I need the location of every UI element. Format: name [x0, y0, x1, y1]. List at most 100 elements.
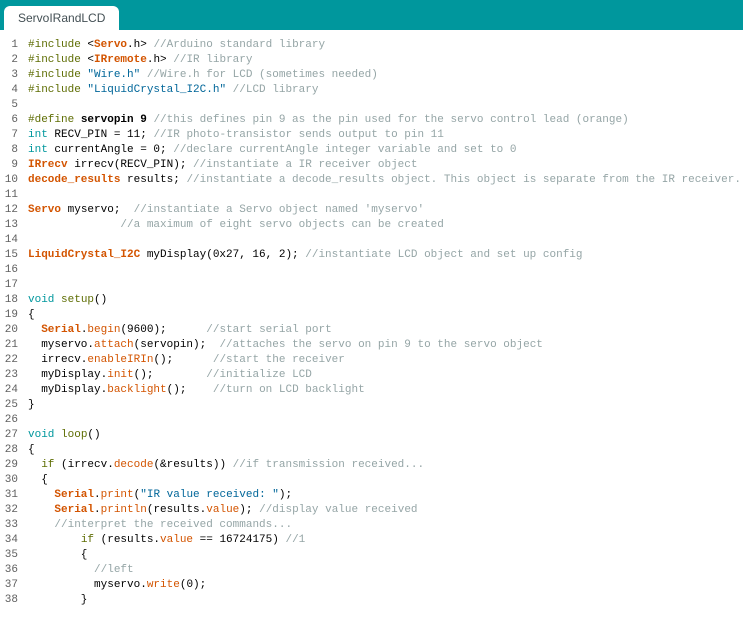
- code-line[interactable]: 18void setup(): [0, 293, 743, 308]
- line-number: 34: [0, 533, 28, 548]
- code-line[interactable]: 14: [0, 233, 743, 248]
- code-line[interactable]: 36 //left: [0, 563, 743, 578]
- line-number: 37: [0, 578, 28, 593]
- line-code[interactable]: int RECV_PIN = 11; //IR photo-transistor…: [28, 128, 743, 143]
- code-line[interactable]: 16: [0, 263, 743, 278]
- line-number: 1: [0, 38, 28, 53]
- line-number: 2: [0, 53, 28, 68]
- line-code[interactable]: }: [28, 593, 743, 608]
- line-code[interactable]: {: [28, 308, 743, 323]
- line-number: 35: [0, 548, 28, 563]
- code-line[interactable]: 31 Serial.print("IR value received: ");: [0, 488, 743, 503]
- line-code[interactable]: myDisplay.init(); //initialize LCD: [28, 368, 743, 383]
- line-number: 4: [0, 83, 28, 98]
- code-line[interactable]: 23 myDisplay.init(); //initialize LCD: [0, 368, 743, 383]
- line-number: 27: [0, 428, 28, 443]
- line-number: 16: [0, 263, 28, 278]
- line-code[interactable]: #include <Servo.h> //Arduino standard li…: [28, 38, 743, 53]
- code-line[interactable]: 32 Serial.println(results.value); //disp…: [0, 503, 743, 518]
- code-line[interactable]: 1#include <Servo.h> //Arduino standard l…: [0, 38, 743, 53]
- line-number: 25: [0, 398, 28, 413]
- code-line[interactable]: 8int currentAngle = 0; //declare current…: [0, 143, 743, 158]
- line-code[interactable]: #include <IRremote.h> //IR library: [28, 53, 743, 68]
- line-code[interactable]: Serial.println(results.value); //display…: [28, 503, 743, 518]
- line-code[interactable]: myservo.write(0);: [28, 578, 743, 593]
- code-line[interactable]: 19{: [0, 308, 743, 323]
- line-code[interactable]: LiquidCrystal_I2C myDisplay(0x27, 16, 2)…: [28, 248, 743, 263]
- line-code[interactable]: {: [28, 548, 743, 563]
- line-code[interactable]: //left: [28, 563, 743, 578]
- line-code[interactable]: void setup(): [28, 293, 743, 308]
- line-number: 24: [0, 383, 28, 398]
- code-line[interactable]: 26: [0, 413, 743, 428]
- line-code[interactable]: {: [28, 443, 743, 458]
- line-code[interactable]: if (results.value == 16724175) //1: [28, 533, 743, 548]
- code-line[interactable]: 3#include "Wire.h" //Wire.h for LCD (som…: [0, 68, 743, 83]
- code-line[interactable]: 28{: [0, 443, 743, 458]
- code-line[interactable]: 22 irrecv.enableIRIn(); //start the rece…: [0, 353, 743, 368]
- code-line[interactable]: 24 myDisplay.backlight(); //turn on LCD …: [0, 383, 743, 398]
- line-code[interactable]: void loop(): [28, 428, 743, 443]
- code-line[interactable]: 35 {: [0, 548, 743, 563]
- code-line[interactable]: 21 myservo.attach(servopin); //attaches …: [0, 338, 743, 353]
- line-code[interactable]: #define servopin 9 //this defines pin 9 …: [28, 113, 743, 128]
- line-number: 36: [0, 563, 28, 578]
- line-code[interactable]: }: [28, 398, 743, 413]
- line-code[interactable]: Serial.begin(9600); //start serial port: [28, 323, 743, 338]
- line-code[interactable]: myDisplay.backlight(); //turn on LCD bac…: [28, 383, 743, 398]
- line-code[interactable]: [28, 98, 743, 113]
- line-code[interactable]: [28, 233, 743, 248]
- code-line[interactable]: 34 if (results.value == 16724175) //1: [0, 533, 743, 548]
- line-number: 31: [0, 488, 28, 503]
- line-code[interactable]: [28, 263, 743, 278]
- line-number: 33: [0, 518, 28, 533]
- line-number: 13: [0, 218, 28, 233]
- line-code[interactable]: [28, 278, 743, 293]
- code-editor[interactable]: 1#include <Servo.h> //Arduino standard l…: [0, 30, 743, 618]
- code-line[interactable]: 17: [0, 278, 743, 293]
- code-line[interactable]: 27void loop(): [0, 428, 743, 443]
- code-line[interactable]: 11: [0, 188, 743, 203]
- code-line[interactable]: 13 //a maximum of eight servo objects ca…: [0, 218, 743, 233]
- line-number: 5: [0, 98, 28, 113]
- code-line[interactable]: 5: [0, 98, 743, 113]
- line-code[interactable]: #include "Wire.h" //Wire.h for LCD (some…: [28, 68, 743, 83]
- line-code[interactable]: Servo myservo; //instantiate a Servo obj…: [28, 203, 743, 218]
- code-line[interactable]: 20 Serial.begin(9600); //start serial po…: [0, 323, 743, 338]
- line-number: 7: [0, 128, 28, 143]
- code-line[interactable]: 30 {: [0, 473, 743, 488]
- code-line[interactable]: 33 //interpret the received commands...: [0, 518, 743, 533]
- line-code[interactable]: [28, 188, 743, 203]
- line-code[interactable]: [28, 413, 743, 428]
- code-line[interactable]: 38 }: [0, 593, 743, 608]
- code-line[interactable]: 9IRrecv irrecv(RECV_PIN); //instantiate …: [0, 158, 743, 173]
- code-line[interactable]: 7int RECV_PIN = 11; //IR photo-transisto…: [0, 128, 743, 143]
- line-code[interactable]: IRrecv irrecv(RECV_PIN); //instantiate a…: [28, 158, 743, 173]
- code-line[interactable]: 37 myservo.write(0);: [0, 578, 743, 593]
- line-number: 20: [0, 323, 28, 338]
- line-number: 12: [0, 203, 28, 218]
- line-number: 10: [0, 173, 28, 188]
- line-code[interactable]: if (irrecv.decode(&results)) //if transm…: [28, 458, 743, 473]
- line-code[interactable]: #include "LiquidCrystal_I2C.h" //LCD lib…: [28, 83, 743, 98]
- code-line[interactable]: 4#include "LiquidCrystal_I2C.h" //LCD li…: [0, 83, 743, 98]
- code-line[interactable]: 15LiquidCrystal_I2C myDisplay(0x27, 16, …: [0, 248, 743, 263]
- code-line[interactable]: 12Servo myservo; //instantiate a Servo o…: [0, 203, 743, 218]
- line-code[interactable]: irrecv.enableIRIn(); //start the receive…: [28, 353, 743, 368]
- line-code[interactable]: //a maximum of eight servo objects can b…: [28, 218, 743, 233]
- line-number: 19: [0, 308, 28, 323]
- code-line[interactable]: 6#define servopin 9 //this defines pin 9…: [0, 113, 743, 128]
- line-number: 11: [0, 188, 28, 203]
- file-tab[interactable]: ServoIRandLCD: [4, 6, 119, 30]
- code-line[interactable]: 25}: [0, 398, 743, 413]
- code-line[interactable]: 2#include <IRremote.h> //IR library: [0, 53, 743, 68]
- line-code[interactable]: int currentAngle = 0; //declare currentA…: [28, 143, 743, 158]
- line-code[interactable]: //interpret the received commands...: [28, 518, 743, 533]
- line-code[interactable]: myservo.attach(servopin); //attaches the…: [28, 338, 743, 353]
- code-line[interactable]: 29 if (irrecv.decode(&results)) //if tra…: [0, 458, 743, 473]
- code-line[interactable]: 10decode_results results; //instantiate …: [0, 173, 743, 188]
- line-code[interactable]: decode_results results; //instantiate a …: [28, 173, 743, 188]
- line-code[interactable]: Serial.print("IR value received: ");: [28, 488, 743, 503]
- line-code[interactable]: {: [28, 473, 743, 488]
- line-number: 26: [0, 413, 28, 428]
